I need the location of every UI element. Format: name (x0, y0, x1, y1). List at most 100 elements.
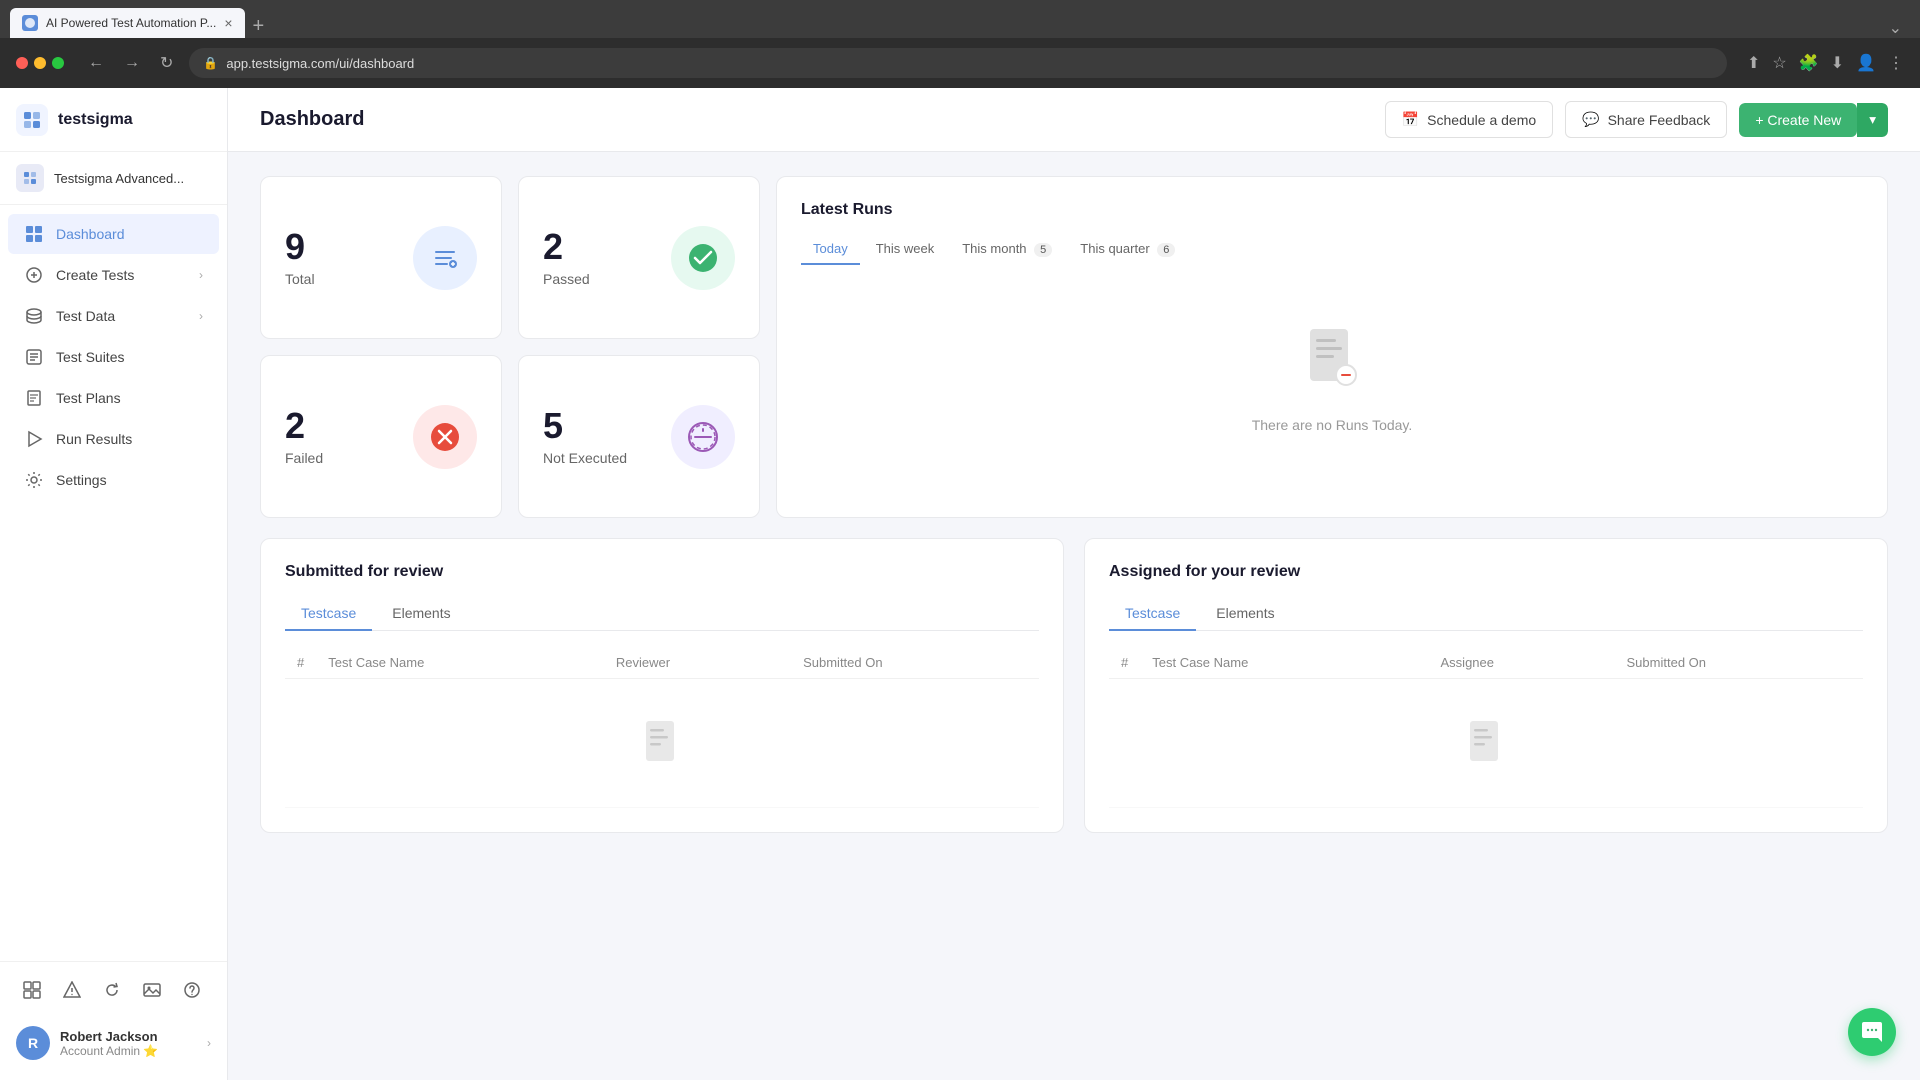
sidebar-item-create-tests[interactable]: Create Tests › (8, 255, 219, 295)
feedback-icon: 💬 (1582, 111, 1599, 128)
empty-table-icon (642, 719, 682, 767)
submitted-empty-row (285, 679, 1039, 808)
project-selector[interactable]: Testsigma Advanced... (0, 152, 227, 205)
dashboard-icon (24, 224, 44, 244)
runs-tab-this-quarter[interactable]: This quarter 6 (1068, 235, 1187, 265)
chevron-down-icon: › (199, 309, 203, 323)
grid-tool-icon[interactable] (16, 974, 48, 1006)
stat-number-failed: 2 (285, 408, 323, 444)
browser-tab[interactable]: AI Powered Test Automation P... × (10, 8, 245, 38)
stat-number-passed: 2 (543, 229, 590, 265)
assigned-review-card: Assigned for your review Testcase Elemen… (1084, 538, 1888, 833)
chevron-down-icon: › (199, 268, 203, 282)
stat-number-not-executed: 5 (543, 408, 627, 444)
assigned-col-submitted: Submitted On (1615, 647, 1863, 679)
this-month-count: 5 (1034, 243, 1052, 257)
download-page-icon[interactable]: ⬆ (1747, 53, 1760, 73)
bookmark-icon[interactable]: ☆ (1772, 53, 1786, 73)
share-feedback-button[interactable]: 💬 Share Feedback (1565, 101, 1727, 138)
refresh-tool-icon[interactable] (96, 974, 128, 1006)
runs-tab-today[interactable]: Today (801, 235, 860, 265)
latest-runs-card: Latest Runs Today This week This month 5… (776, 176, 1888, 518)
tab-title: AI Powered Test Automation P... (46, 16, 216, 30)
runs-tabs: Today This week This month 5 This quarte… (801, 235, 1863, 265)
address-bar[interactable]: 🔒 app.testsigma.com/ui/dashboard (189, 48, 1727, 78)
submitted-review-tab-testcase[interactable]: Testcase (285, 597, 372, 631)
alert-tool-icon[interactable] (56, 974, 88, 1006)
traffic-lights (16, 57, 64, 69)
create-new-dropdown-button[interactable]: ▾ (1857, 103, 1888, 137)
assigned-review-tab-testcase[interactable]: Testcase (1109, 597, 1196, 631)
chat-button[interactable] (1848, 1008, 1896, 1056)
latest-runs-title: Latest Runs (801, 201, 893, 219)
close-window-button[interactable] (16, 57, 28, 69)
sidebar-item-label: Test Data (56, 308, 187, 324)
stat-icon-passed (671, 226, 735, 290)
extensions-icon[interactable]: 🧩 (1799, 53, 1819, 73)
assigned-review-table: # Test Case Name Assignee Submitted On (1109, 647, 1863, 808)
schedule-demo-button[interactable]: 📅 Schedule a demo (1385, 101, 1553, 138)
sidebar-logo: testsigma (0, 88, 227, 152)
stat-icon-total (413, 226, 477, 290)
new-tab-button[interactable]: + (253, 15, 265, 38)
create-new-button[interactable]: + Create New (1739, 103, 1857, 137)
assigned-col-name: Test Case Name (1140, 647, 1428, 679)
this-quarter-count: 6 (1157, 243, 1175, 257)
stat-card-passed: 2 Passed (518, 176, 760, 339)
header-actions: 📅 Schedule a demo 💬 Share Feedback + Cre… (1385, 101, 1888, 138)
profile-icon[interactable]: 👤 (1856, 53, 1876, 73)
user-expand-icon: › (207, 1036, 211, 1050)
user-details: Robert Jackson Account Admin ⭐ (60, 1029, 197, 1058)
sidebar-bottom: R Robert Jackson Account Admin ⭐ › (0, 961, 227, 1080)
runs-tab-this-month[interactable]: This month 5 (950, 235, 1064, 265)
sidebar-item-label: Test Suites (56, 349, 203, 365)
reload-button[interactable]: ↻ (156, 49, 177, 77)
sidebar-item-settings[interactable]: Settings (8, 460, 219, 500)
stat-info-passed: 2 Passed (543, 229, 590, 287)
main-header: Dashboard 📅 Schedule a demo 💬 Share Feed… (228, 88, 1920, 152)
stat-card-total: 9 Total (260, 176, 502, 339)
sidebar-item-test-data[interactable]: Test Data › (8, 296, 219, 336)
empty-runs-text: There are no Runs Today. (1252, 417, 1413, 433)
submitted-review-card: Submitted for review Testcase Elements #… (260, 538, 1064, 833)
assigned-review-tab-elements[interactable]: Elements (1200, 597, 1290, 631)
main-content: Dashboard 📅 Schedule a demo 💬 Share Feed… (228, 88, 1920, 1080)
sidebar-item-run-results[interactable]: Run Results (8, 419, 219, 459)
browser-actions: ⬆ ☆ 🧩 ⬇ 👤 ⋮ (1747, 53, 1904, 73)
stat-info-failed: 2 Failed (285, 408, 323, 466)
submitted-col-reviewer: Reviewer (604, 647, 791, 679)
sidebar-nav: Dashboard Create Tests › Test Data › (0, 205, 227, 961)
dashboard-content: 9 Total (228, 152, 1920, 857)
runs-tab-this-week[interactable]: This week (864, 235, 947, 265)
sidebar-item-test-plans[interactable]: Test Plans (8, 378, 219, 418)
maximize-window-button[interactable] (52, 57, 64, 69)
project-icon (16, 164, 44, 192)
create-new-wrapper: + Create New ▾ (1739, 103, 1888, 137)
logo-text: testsigma (58, 111, 133, 129)
more-options-icon[interactable]: ⋮ (1888, 53, 1904, 73)
sidebar-item-dashboard[interactable]: Dashboard (8, 214, 219, 254)
user-name: Robert Jackson (60, 1029, 197, 1044)
user-profile[interactable]: R Robert Jackson Account Admin ⭐ › (8, 1018, 219, 1068)
page-title: Dashboard (260, 108, 364, 131)
sidebar: testsigma Testsigma Advanced... Dashboar… (0, 88, 228, 1080)
lock-icon: 🔒 (203, 56, 218, 70)
minimize-window-button[interactable] (34, 57, 46, 69)
browser-chrome: AI Powered Test Automation P... × + ⌄ ← … (0, 0, 1920, 88)
help-tool-icon[interactable] (176, 974, 208, 1006)
tab-close-icon[interactable]: × (224, 15, 232, 31)
forward-button[interactable]: → (120, 50, 144, 76)
sidebar-item-label: Create Tests (56, 267, 187, 283)
submitted-col-hash: # (285, 647, 316, 679)
sidebar-item-label: Run Results (56, 431, 203, 447)
project-name: Testsigma Advanced... (54, 171, 211, 186)
assigned-col-hash: # (1109, 647, 1140, 679)
sidebar-item-test-suites[interactable]: Test Suites (8, 337, 219, 377)
download-icon[interactable]: ⬇ (1831, 53, 1844, 73)
back-button[interactable]: ← (84, 50, 108, 76)
stat-icon-not-executed (671, 405, 735, 469)
stat-label-not-executed: Not Executed (543, 450, 627, 466)
calendar-icon: 📅 (1402, 111, 1419, 128)
submitted-review-tab-elements[interactable]: Elements (376, 597, 466, 631)
image-tool-icon[interactable] (136, 974, 168, 1006)
